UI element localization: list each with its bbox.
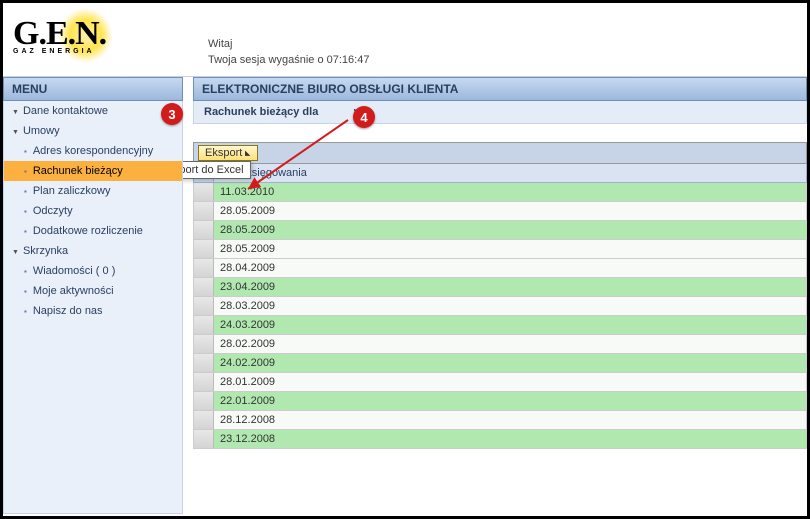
menu-group-umowy[interactable]: Umowy (4, 121, 182, 141)
table-row[interactable]: 28.05.2009 (193, 221, 807, 240)
row-handle[interactable] (194, 316, 214, 334)
cell-date: 11.03.2010 (214, 183, 806, 201)
cell-date: 28.12.2008 (214, 411, 806, 429)
cell-date: 28.03.2009 (214, 297, 806, 315)
cell-date: 24.03.2009 (214, 316, 806, 334)
sub-title-prefix: Rachunek bieżący dla (204, 106, 321, 118)
menu-item-plan-zaliczkowy[interactable]: Plan zaliczkowy (4, 181, 182, 201)
cell-date: 28.05.2009 (214, 221, 806, 239)
session-expiry: Twoja sesja wygaśnie o 07:16:47 (208, 53, 369, 68)
grid-body: 11.03.201028.05.200928.05.200928.05.2009… (193, 183, 807, 449)
grid-header-date[interactable]: Data księgowania (214, 164, 806, 182)
header: G.E.N. GAZ ENERGIA Witaj Twoja sesja wyg… (3, 3, 807, 76)
cell-date: 28.02.2009 (214, 335, 806, 353)
table-row[interactable]: 28.12.2008 (193, 411, 807, 430)
table-row[interactable]: 28.01.2009 (193, 373, 807, 392)
annotation-badge-4: 4 (353, 106, 375, 128)
table-row[interactable]: 11.03.2010 (193, 183, 807, 202)
table-row[interactable]: 28.05.2009 (193, 240, 807, 259)
row-handle[interactable] (194, 221, 214, 239)
grid-header: Data księgowania (193, 164, 807, 183)
menu-group-skrzynka[interactable]: Skrzynka (4, 241, 182, 261)
page-title: ELEKTRONICZNE BIURO OBSŁUGI KLIENTA (193, 77, 807, 101)
menu-item-wiadomosci[interactable]: Wiadomości ( 0 ) (4, 261, 182, 281)
menu-item-moje-aktywnosci[interactable]: Moje aktywności (4, 281, 182, 301)
menu-item-adres-korespondencyjny[interactable]: Adres korespondencyjny (4, 141, 182, 161)
menu-title: MENU (3, 77, 183, 101)
menu-item-dodatkowe-rozliczenie[interactable]: Dodatkowe rozliczenie (4, 221, 182, 241)
content: ELEKTRONICZNE BIURO OBSŁUGI KLIENTA Rach… (183, 77, 807, 514)
row-handle[interactable] (194, 183, 214, 201)
table-row[interactable]: 23.04.2009 (193, 278, 807, 297)
row-handle[interactable] (194, 411, 214, 429)
welcome-greeting: Witaj (208, 37, 369, 52)
cell-date: 28.05.2009 (214, 202, 806, 220)
export-toolbar: Eksport Eksport do Excel (193, 142, 807, 164)
sub-title: Rachunek bieżący dla XXXX wy (193, 101, 807, 124)
export-button[interactable]: Eksport (198, 145, 258, 161)
menu-item-rachunek-biezacy[interactable]: Rachunek bieżący (4, 161, 182, 181)
row-handle[interactable] (194, 202, 214, 220)
table-row[interactable]: 22.01.2009 (193, 392, 807, 411)
export-menu-item-excel[interactable]: Eksport do Excel (183, 161, 251, 179)
table-row[interactable]: 28.05.2009 (193, 202, 807, 221)
logo: G.E.N. GAZ ENERGIA (13, 13, 168, 68)
table-row[interactable]: 24.02.2009 (193, 354, 807, 373)
table-row[interactable]: 28.02.2009 (193, 335, 807, 354)
row-handle[interactable] (194, 373, 214, 391)
table-row[interactable]: 24.03.2009 (193, 316, 807, 335)
welcome-block: Witaj Twoja sesja wygaśnie o 07:16:47 (208, 37, 369, 68)
cell-date: 22.01.2009 (214, 392, 806, 410)
row-handle[interactable] (194, 259, 214, 277)
cell-date: 23.12.2008 (214, 430, 806, 448)
table-row[interactable]: 28.04.2009 (193, 259, 807, 278)
row-handle[interactable] (194, 335, 214, 353)
table-row[interactable]: 23.12.2008 (193, 430, 807, 449)
logo-tagline: GAZ ENERGIA (13, 48, 168, 55)
cell-date: 28.01.2009 (214, 373, 806, 391)
menu-item-odczyty[interactable]: Odczyty (4, 201, 182, 221)
menu-tree: Dane kontaktowe Umowy Adres korespondenc… (3, 101, 183, 514)
row-handle[interactable] (194, 392, 214, 410)
cell-date: 24.02.2009 (214, 354, 806, 372)
annotation-badge-3: 3 (161, 103, 183, 125)
cell-date: 28.05.2009 (214, 240, 806, 258)
row-handle[interactable] (194, 240, 214, 258)
row-handle[interactable] (194, 430, 214, 448)
row-handle[interactable] (194, 278, 214, 296)
menu-group-dane-kontaktowe[interactable]: Dane kontaktowe (4, 101, 182, 121)
table-row[interactable]: 28.03.2009 (193, 297, 807, 316)
cell-date: 23.04.2009 (214, 278, 806, 296)
sidebar: MENU Dane kontaktowe Umowy Adres korespo… (3, 77, 183, 514)
menu-item-napisz-do-nas[interactable]: Napisz do nas (4, 301, 182, 321)
row-handle[interactable] (194, 297, 214, 315)
cell-date: 28.04.2009 (214, 259, 806, 277)
row-handle[interactable] (194, 354, 214, 372)
